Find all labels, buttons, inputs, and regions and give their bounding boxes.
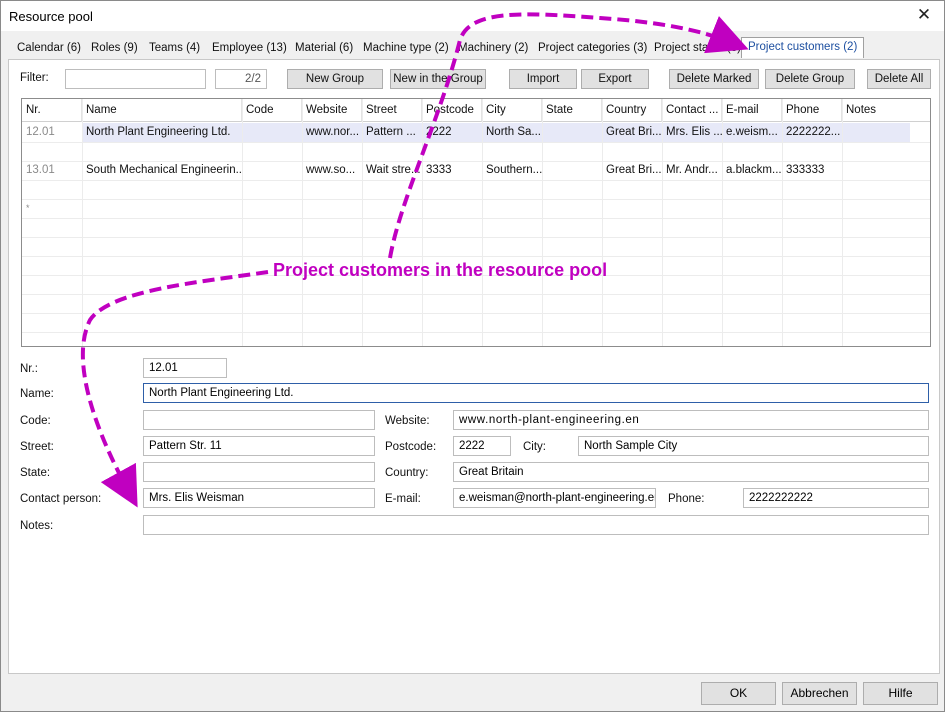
row-city: Southern... [486, 164, 542, 176]
filter-label: Filter: [20, 72, 49, 84]
export-button[interactable]: Export [581, 69, 649, 89]
phone-label: Phone: [668, 493, 705, 505]
country-label: Country: [385, 467, 429, 479]
tab-material[interactable]: Material (6) [295, 39, 353, 57]
name-label: Name: [20, 388, 54, 400]
row-notes [842, 161, 930, 180]
email-field[interactable]: e.weisman@north-plant-engineering.en [453, 488, 656, 508]
column-header-street[interactable]: Street [362, 99, 422, 122]
row-name: North Plant Engineering Ltd. [86, 126, 231, 138]
website-label: Website: [385, 415, 430, 427]
city-field[interactable]: North Sample City [578, 436, 929, 456]
tab-content-panel: Filter: 2/2 New Group New in the Group I… [8, 59, 940, 674]
row-email: e.weism... [726, 126, 778, 138]
column-header-city[interactable]: City [482, 99, 542, 122]
column-header-postcode[interactable]: Postcode [422, 99, 482, 122]
customers-table[interactable]: Nr. Name Code Website Street Postcode Ci… [21, 98, 931, 347]
nr-label: Nr.: [20, 363, 38, 375]
website-field[interactable]: www.north-plant-engineering.en [453, 410, 929, 430]
row-nr: 12.01 [26, 126, 55, 138]
column-header-email[interactable]: E-mail [722, 99, 782, 122]
postcode-label: Postcode: [385, 441, 437, 453]
cancel-button[interactable]: Abbrechen [782, 682, 857, 705]
row-street: Wait stre... [366, 164, 421, 176]
tab-teams[interactable]: Teams (4) [149, 39, 200, 57]
column-header-phone[interactable]: Phone [782, 99, 842, 122]
column-header-contact[interactable]: Contact ... [662, 99, 722, 122]
row-website: www.so... [306, 164, 356, 176]
row-contact: Mr. Andr... [666, 164, 718, 176]
code-field[interactable] [143, 410, 375, 430]
row-contact: Mrs. Elis ... [666, 126, 722, 138]
row-postcode: 2222 [426, 126, 452, 138]
postcode-field[interactable]: 2222 [453, 436, 511, 456]
code-label: Code: [20, 415, 51, 427]
notes-label: Notes: [20, 520, 54, 532]
tab-machinery[interactable]: Machinery (2) [458, 39, 528, 57]
tab-project-categories[interactable]: Project categories (3) [538, 39, 647, 57]
city-label: City: [523, 441, 546, 453]
annotation-label: Project customers in the resource pool [273, 260, 608, 280]
street-field[interactable]: Pattern Str. 11 [143, 436, 375, 456]
row-notes [842, 123, 930, 142]
country-field[interactable]: Great Britain [453, 462, 929, 482]
row-name: South Mechanical Engineerin... [86, 164, 242, 176]
name-field[interactable]: North Plant Engineering Ltd. [143, 383, 929, 403]
column-header-website[interactable]: Website [302, 99, 362, 122]
tab-project-status[interactable]: Project status (3) [654, 39, 741, 57]
row-website: www.nor... [306, 126, 360, 138]
nr-field[interactable]: 12.01 [143, 358, 227, 378]
column-header-code[interactable]: Code [242, 99, 302, 122]
new-row-marker[interactable]: * [22, 199, 82, 218]
column-header-nr[interactable]: Nr. [22, 99, 82, 122]
row-nr: 13.01 [26, 164, 55, 176]
state-label: State: [20, 467, 51, 479]
new-group-button[interactable]: New Group [287, 69, 383, 89]
delete-group-button[interactable]: Delete Group [765, 69, 855, 89]
row-state [542, 161, 602, 180]
column-header-notes[interactable]: Notes [842, 99, 930, 122]
row-email: a.blackm... [726, 164, 782, 176]
delete-all-button[interactable]: Delete All [867, 69, 931, 89]
row-city: North Sa... [486, 126, 541, 138]
new-in-group-button[interactable]: New in the Group [390, 69, 486, 89]
help-button[interactable]: Hilfe [863, 682, 938, 705]
column-header-state[interactable]: State [542, 99, 602, 122]
tab-calendar[interactable]: Calendar (6) [17, 39, 81, 57]
row-phone: 333333 [786, 164, 825, 176]
row-code [242, 123, 302, 142]
ok-button[interactable]: OK [701, 682, 776, 705]
state-field[interactable] [143, 462, 375, 482]
row-country: Great Bri... [606, 126, 662, 138]
title-bar: Resource pool ✕ [1, 1, 944, 31]
contact-person-field[interactable]: Mrs. Elis Weisman [143, 488, 375, 508]
tab-machine-type[interactable]: Machine type (2) [363, 39, 449, 57]
tab-roles[interactable]: Roles (9) [91, 39, 138, 57]
column-header-country[interactable]: Country [602, 99, 662, 122]
delete-marked-button[interactable]: Delete Marked [669, 69, 759, 89]
record-counter: 2/2 [215, 69, 267, 89]
window-title: Resource pool [9, 9, 93, 24]
email-label: E-mail: [385, 493, 421, 505]
tab-employee[interactable]: Employee (13) [212, 39, 287, 57]
import-button[interactable]: Import [509, 69, 577, 89]
contact-person-label: Contact person: [20, 493, 102, 505]
row-postcode: 3333 [426, 164, 452, 176]
close-icon[interactable]: ✕ [910, 3, 938, 27]
filter-input[interactable] [65, 69, 206, 89]
row-code [242, 161, 302, 180]
row-phone: 2222222... [786, 126, 841, 138]
row-street: Pattern ... [366, 126, 416, 138]
street-label: Street: [20, 441, 54, 453]
notes-field[interactable] [143, 515, 929, 535]
row-state [542, 123, 602, 142]
column-header-name[interactable]: Name [82, 99, 242, 122]
tab-project-customers[interactable]: Project customers (2) [741, 37, 865, 58]
row-country: Great Bri... [606, 164, 662, 176]
phone-field[interactable]: 2222222222 [743, 488, 929, 508]
resource-pool-dialog: Resource pool ✕ Calendar (6) Roles (9) T… [0, 0, 945, 712]
